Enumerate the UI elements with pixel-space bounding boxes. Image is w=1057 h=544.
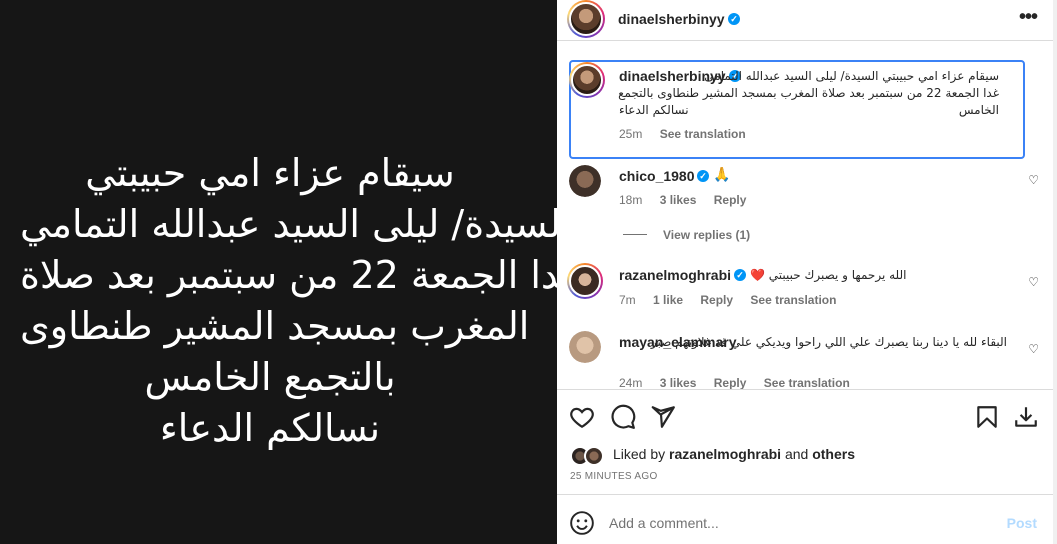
action-bar xyxy=(557,400,1057,436)
comment-time: 24m xyxy=(619,376,643,390)
comment-username[interactable]: chico_1980 xyxy=(619,168,695,184)
liked-by-and: and xyxy=(784,446,809,462)
liked-by-others[interactable]: others xyxy=(812,446,855,462)
liked-by-user[interactable]: razanelmoghrabi xyxy=(669,446,781,462)
media-line: السيدة/ ليلى السيد عبدالله التمامي xyxy=(20,202,572,246)
comment-icon[interactable] xyxy=(610,404,636,430)
add-comment-input[interactable] xyxy=(609,512,969,534)
comment-text: 🙏 xyxy=(713,166,731,182)
caption-time: 25m xyxy=(619,127,643,141)
actions-divider xyxy=(557,389,1057,390)
liker-avatar[interactable] xyxy=(584,446,604,466)
post-timestamp: 25 MINUTES AGO xyxy=(570,471,658,482)
caption-meta: 25m See translation xyxy=(619,127,760,141)
verified-badge-icon: ✓ xyxy=(728,13,740,25)
author-username[interactable]: dinaelsherbinyy xyxy=(618,11,725,27)
comment-likes[interactable]: 1 like xyxy=(653,293,683,307)
download-icon[interactable] xyxy=(1013,404,1039,430)
see-translation-link[interactable]: See translation xyxy=(660,127,746,141)
verified-badge-icon: ✓ xyxy=(697,170,709,182)
comment-divider xyxy=(557,494,1057,495)
comment-avatar[interactable] xyxy=(569,165,601,197)
comment-text: البقاء لله يا دينا ربنا يصبرك علي اللي ر… xyxy=(650,335,1007,349)
media-line: المغرب بمسجد المشير طنطاوى xyxy=(20,304,530,348)
post-header: dinaelsherbinyy ✓ ••• xyxy=(557,0,1057,40)
scrollbar[interactable] xyxy=(1053,0,1057,544)
like-heart-icon[interactable] xyxy=(569,404,595,430)
emoji-icon[interactable] xyxy=(569,510,595,536)
verified-badge-icon: ✓ xyxy=(734,269,746,281)
replies-line xyxy=(623,234,647,235)
see-translation-link[interactable]: See translation xyxy=(764,376,850,390)
reply-button[interactable]: Reply xyxy=(714,193,747,207)
comment-meta: 7m 1 like Reply See translation xyxy=(619,293,850,307)
liked-by-prefix: Liked by xyxy=(613,446,666,462)
caption-text-line3: نسالكم الدعاء xyxy=(619,103,689,117)
comment-meta: 24m 3 likes Reply See translation xyxy=(619,376,864,390)
media-line: بالتجمع الخامس xyxy=(144,355,396,399)
liked-by-text: Liked by razanelmoghrabi and others xyxy=(613,446,855,462)
author-avatar[interactable] xyxy=(567,0,605,38)
like-comment-heart-icon[interactable]: ♡ xyxy=(1028,275,1039,289)
share-icon[interactable] xyxy=(650,404,676,430)
liked-by-avatars xyxy=(570,446,610,466)
add-comment-bar: Post xyxy=(557,502,1057,544)
media-line: غدا الجمعة 22 من سبتمبر بعد صلاة xyxy=(20,253,581,297)
comment-meta: 18m 3 likes Reply xyxy=(619,193,760,207)
save-bookmark-icon[interactable] xyxy=(974,404,1000,430)
reply-button[interactable]: Reply xyxy=(700,293,733,307)
more-horizontal-icon[interactable]: ••• xyxy=(1019,6,1038,29)
media-text: سيقام عزاء امي حبيبتي السيدة/ ليلى السيد… xyxy=(20,148,581,454)
comment-text: الله يرحمها و يصبرك حبيبتي ❤️ xyxy=(750,268,907,282)
media-line: سيقام عزاء امي حبيبتي xyxy=(85,151,455,195)
comment-time: 7m xyxy=(619,293,636,307)
header-divider xyxy=(557,40,1057,41)
like-comment-heart-icon[interactable]: ♡ xyxy=(1028,342,1039,356)
comment-time: 18m xyxy=(619,193,643,207)
view-replies-button[interactable]: View replies (1) xyxy=(663,228,750,242)
see-translation-link[interactable]: See translation xyxy=(750,293,836,307)
like-comment-heart-icon[interactable]: ♡ xyxy=(1028,173,1039,187)
post-media[interactable]: سيقام عزاء امي حبيبتي السيدة/ ليلى السيد… xyxy=(0,0,581,544)
post-comment-button[interactable]: Post xyxy=(1007,515,1037,531)
comment-username[interactable]: razanelmoghrabi xyxy=(619,267,731,283)
comment-likes[interactable]: 3 likes xyxy=(660,193,697,207)
caption-comment: dinaelsherbinyy ✓ سيقام عزاء امي حبيبتي … xyxy=(569,60,1025,159)
post-panel: dinaelsherbinyy ✓ ••• dinaelsherbinyy ✓ … xyxy=(557,0,1057,544)
media-line: نسالكم الدعاء xyxy=(159,406,381,450)
comment-avatar[interactable] xyxy=(569,331,601,363)
caption-text-line1: سيقام عزاء امي حبيبتي السيدة/ ليلى السيد… xyxy=(704,69,999,83)
comment-avatar[interactable] xyxy=(567,263,603,299)
comment-likes[interactable]: 3 likes xyxy=(660,376,697,390)
reply-button[interactable]: Reply xyxy=(714,376,747,390)
